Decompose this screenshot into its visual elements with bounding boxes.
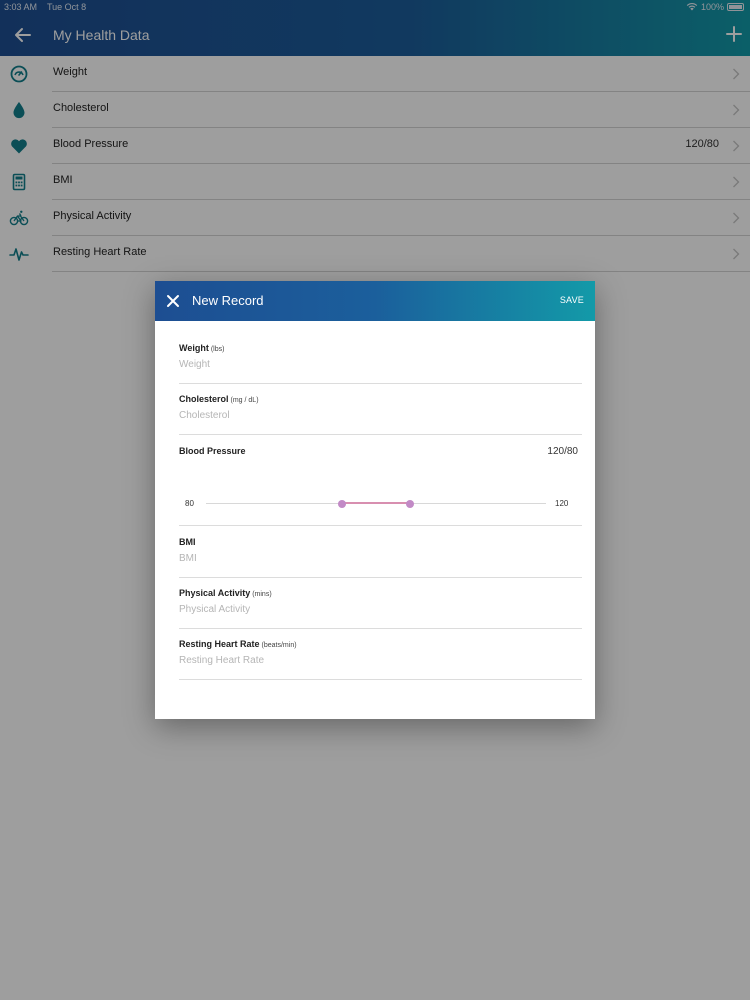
physical-activity-input[interactable] — [179, 604, 559, 615]
bmi-field: BMI — [179, 531, 582, 578]
close-icon[interactable] — [163, 291, 183, 311]
weight-field: Weight (lbs) — [179, 337, 582, 384]
field-label-text: Weight — [179, 343, 209, 353]
field-label-text: Physical Activity — [179, 588, 251, 598]
save-button[interactable]: SAVE — [560, 295, 584, 305]
field-unit: (mins) — [252, 591, 272, 598]
resting-heart-rate-field: Resting Heart Rate (beats/min) — [179, 633, 582, 680]
slider-high-thumb[interactable] — [406, 500, 414, 508]
cholesterol-field: Cholesterol (mg / dL) — [179, 388, 582, 435]
resting-heart-rate-input[interactable] — [179, 655, 559, 666]
slider-max-label: 120 — [555, 499, 569, 508]
field-label: Weight (lbs) — [179, 343, 224, 353]
blood-pressure-field: Blood Pressure 120/80 80 120 — [179, 434, 582, 526]
cholesterol-input[interactable] — [179, 410, 559, 421]
field-label: BMI — [179, 537, 198, 547]
field-label-text: Cholesterol — [179, 394, 229, 404]
new-record-dialog: New Record SAVE Weight(lbs) Cholesterol(… — [155, 281, 595, 719]
dialog-title: New Record — [192, 293, 264, 308]
slider-min-label: 80 — [185, 499, 194, 508]
field-label: Physical Activity (mins) — [179, 588, 272, 598]
weight-input[interactable] — [179, 359, 559, 370]
blood-pressure-value: 120/80 — [547, 446, 578, 457]
physical-activity-field: Physical Activity (mins) — [179, 582, 582, 629]
field-unit: (beats/min) — [261, 642, 297, 649]
field-label: Resting Heart Rate (beats/min) — [179, 639, 297, 649]
blood-pressure-range-slider[interactable] — [206, 500, 546, 508]
field-unit: (lbs) — [210, 346, 225, 353]
field-label-text: BMI — [179, 537, 196, 547]
field-label-text: Resting Heart Rate — [179, 639, 260, 649]
field-label: Cholesterol (mg / dL) — [179, 394, 259, 404]
slider-low-thumb[interactable] — [338, 500, 346, 508]
field-unit: (mg / dL) — [230, 397, 259, 404]
dialog-header: New Record SAVE — [155, 281, 595, 321]
bmi-input[interactable] — [179, 553, 559, 564]
slider-range-fill — [342, 502, 410, 504]
field-label: Blood Pressure — [179, 446, 246, 456]
